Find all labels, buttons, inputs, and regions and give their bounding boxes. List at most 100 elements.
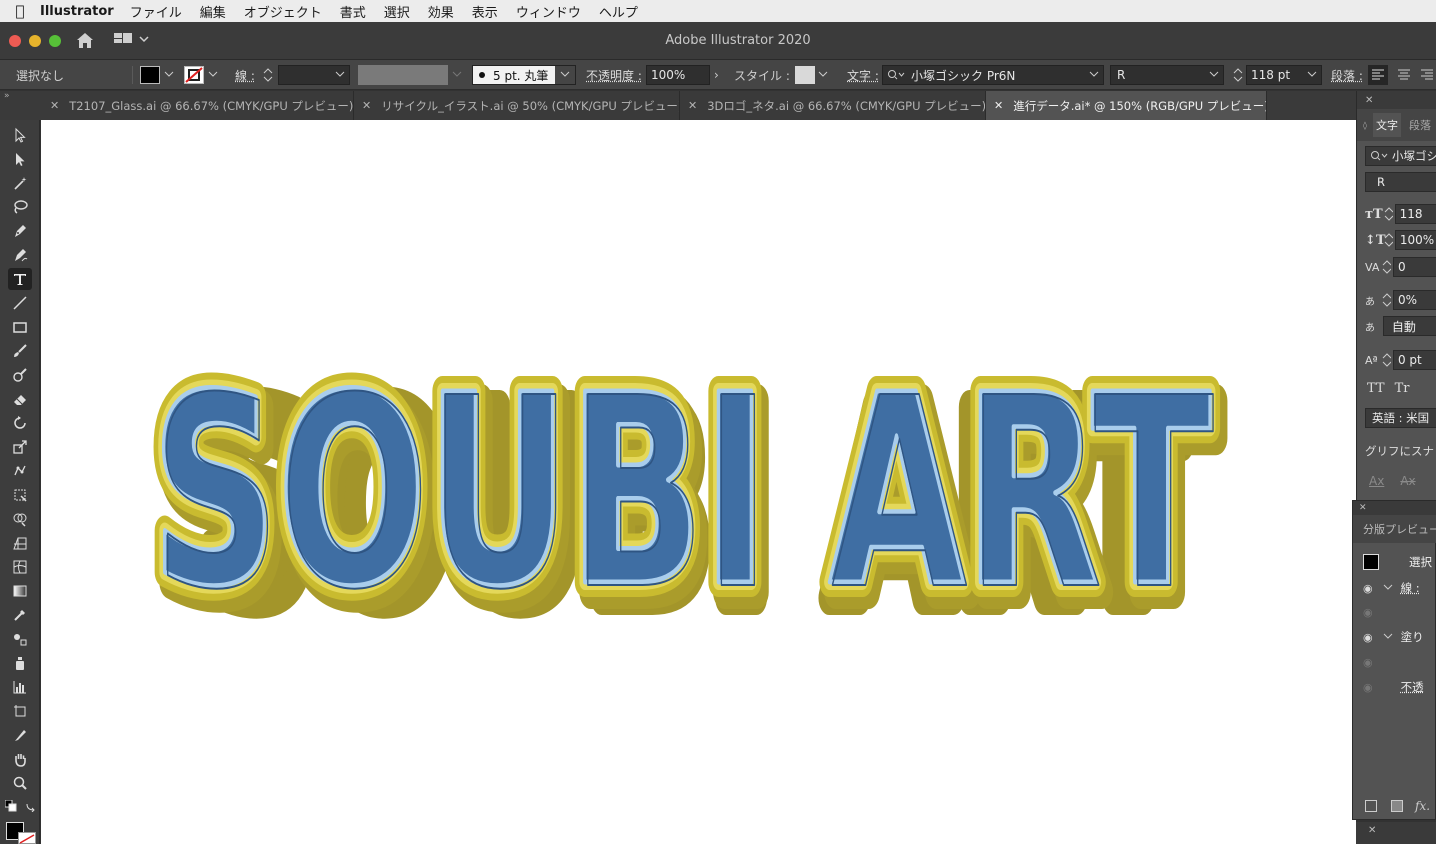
lasso-tool-icon[interactable] <box>8 196 32 218</box>
fx-button[interactable]: fx. <box>1415 799 1430 813</box>
free-transform-tool-icon[interactable] <box>8 484 32 506</box>
zoom-tool-icon[interactable] <box>8 772 32 794</box>
align-center-icon[interactable] <box>1394 65 1414 85</box>
collapse-icon[interactable]: » <box>4 91 10 101</box>
chevron-down-icon[interactable] <box>1383 633 1393 641</box>
column-graph-tool-icon[interactable] <box>8 676 32 698</box>
close-panel-icon[interactable]: ✕ <box>1365 95 1373 106</box>
3d-text-artwork[interactable]: SOUBI ART SOUBI ART SOUBI ART SOUBI ART … <box>41 120 1356 844</box>
stepper-icon[interactable] <box>1383 233 1393 247</box>
rectangle-tool-icon[interactable] <box>8 316 32 338</box>
align-right-icon[interactable] <box>1418 65 1436 85</box>
artboard-canvas[interactable]: SOUBI ART SOUBI ART SOUBI ART SOUBI ART … <box>41 120 1356 844</box>
panel-collapse-icon[interactable]: ◊ <box>1363 121 1367 130</box>
apple-menu-icon[interactable]:  <box>0 2 40 20</box>
panel-tsume-field[interactable]: 0% <box>1392 290 1436 310</box>
eye-icon[interactable]: ◉ <box>1363 606 1373 619</box>
paintbrush-tool-icon[interactable] <box>8 340 32 362</box>
selection-tool-icon[interactable] <box>8 124 32 146</box>
close-tab-icon[interactable]: ✕ <box>688 99 697 112</box>
hand-tool-icon[interactable] <box>8 748 32 770</box>
panel-font-family-field[interactable]: 小塚ゴシ <box>1365 146 1436 166</box>
all-caps-button[interactable]: TT <box>1367 381 1385 396</box>
graphic-style-swatch[interactable] <box>795 66 815 84</box>
font-size-field[interactable]: 118 pt <box>1246 65 1322 85</box>
tab-recycle-illust[interactable]: ✕ リサイクル_イラスト.ai @ 50% (CMYK/GPU プレビュー) <box>354 91 680 120</box>
chevron-down-icon[interactable] <box>1209 71 1219 79</box>
menu-object[interactable]: オブジェクト <box>244 2 322 21</box>
chevron-down-icon[interactable] <box>1089 71 1099 79</box>
default-colors-icon[interactable] <box>4 799 17 812</box>
snap-xheight-button[interactable]: Ax <box>1400 474 1415 488</box>
character-label[interactable]: 文字 : <box>847 60 879 90</box>
menu-view[interactable]: 表示 <box>472 2 498 21</box>
shape-builder-tool-icon[interactable] <box>8 508 32 530</box>
chevron-right-icon[interactable]: › <box>714 60 719 90</box>
close-tab-icon[interactable]: ✕ <box>994 99 1003 112</box>
stroke-label[interactable]: 線 : <box>235 60 255 90</box>
panel-kerning-field[interactable]: 0 <box>1392 257 1436 277</box>
eye-icon[interactable]: ◉ <box>1363 582 1373 595</box>
panel-leading-field[interactable]: 100% <box>1394 230 1436 250</box>
stepper-icon[interactable] <box>1381 260 1391 274</box>
line-tool-icon[interactable] <box>8 292 32 314</box>
font-family-field[interactable]: 小塚ゴシック Pr6N <box>882 65 1104 85</box>
stroke-weight-field[interactable] <box>278 65 350 85</box>
magic-wand-tool-icon[interactable] <box>8 172 32 194</box>
curvature-tool-icon[interactable] <box>8 244 32 266</box>
new-stroke-icon[interactable] <box>1365 800 1377 812</box>
eye-icon[interactable]: ◉ <box>1363 656 1373 669</box>
tab-progress-data[interactable]: ✕ 進行データ.ai* @ 150% (RGB/GPU プレビュー) <box>986 91 1267 120</box>
type-tool-icon[interactable] <box>8 268 32 290</box>
opacity-label[interactable]: 不透明度 : <box>586 60 642 90</box>
rotate-tool-icon[interactable] <box>8 412 32 434</box>
eyedropper-tool-icon[interactable] <box>8 604 32 626</box>
chevron-down-icon[interactable] <box>1307 71 1317 79</box>
menu-file[interactable]: ファイル <box>130 2 182 21</box>
panel-font-size-field[interactable]: 118 <box>1394 204 1436 224</box>
artboard-tool-icon[interactable] <box>8 700 32 722</box>
brush-definition[interactable]: 5 pt. 丸筆 <box>472 65 576 85</box>
panel-language-field[interactable]: 英語 : 米国 <box>1365 408 1436 428</box>
tab-t2107-glass[interactable]: ✕ T2107_Glass.ai @ 66.67% (CMYK/GPU プレビュー… <box>42 91 354 120</box>
variable-width-profile[interactable] <box>358 65 448 85</box>
pen-tool-icon[interactable] <box>8 220 32 242</box>
slice-tool-icon[interactable] <box>8 724 32 746</box>
panel-aki-field[interactable]: 自動 <box>1382 316 1436 336</box>
panel-font-style-field[interactable]: R <box>1365 172 1436 192</box>
font-style-field[interactable]: R <box>1110 65 1224 85</box>
stepper-icon[interactable] <box>1383 207 1393 221</box>
symbol-sprayer-tool-icon[interactable] <box>8 652 32 674</box>
new-fill-icon[interactable] <box>1391 800 1403 812</box>
chevron-down-icon[interactable] <box>555 66 575 84</box>
small-caps-button[interactable]: Tr <box>1395 381 1410 396</box>
stroke-swatch[interactable] <box>184 66 204 84</box>
close-panel-icon[interactable]: ✕ <box>1368 825 1376 836</box>
swap-colors-icon[interactable] <box>25 800 37 813</box>
close-panel-icon[interactable]: ✕ <box>1359 503 1367 513</box>
puppet-warp-tool-icon[interactable] <box>8 460 32 482</box>
tab-3d-logo[interactable]: ✕ 3Dロゴ_ネタ.ai @ 66.67% (CMYK/GPU プレビュー) <box>680 91 986 120</box>
direct-selection-tool-icon[interactable] <box>8 148 32 170</box>
menu-app-name[interactable]: Illustrator <box>40 4 114 19</box>
mesh-tool-icon[interactable] <box>8 556 32 578</box>
fill-swatch[interactable] <box>140 66 160 84</box>
menu-select[interactable]: 選択 <box>384 2 410 21</box>
opacity-field[interactable]: 100% <box>646 65 710 85</box>
shaper-tool-icon[interactable] <box>8 364 32 386</box>
perspective-grid-tool-icon[interactable] <box>8 532 32 554</box>
tab-character[interactable]: 文字 <box>1372 113 1401 137</box>
menu-help[interactable]: ヘルプ <box>599 2 638 21</box>
menu-type[interactable]: 書式 <box>340 2 366 21</box>
close-tab-icon[interactable]: ✕ <box>50 99 59 112</box>
chevron-down-icon[interactable] <box>1383 584 1393 592</box>
eye-icon[interactable]: ◉ <box>1363 631 1373 644</box>
panel-baseline-field[interactable]: 0 pt <box>1392 350 1436 370</box>
stroke-color-swatch[interactable] <box>18 832 36 844</box>
paragraph-label[interactable]: 段落 : <box>1331 60 1363 90</box>
close-tab-icon[interactable]: ✕ <box>362 99 371 112</box>
align-left-icon[interactable] <box>1368 65 1388 85</box>
menu-window[interactable]: ウィンドウ <box>516 2 581 21</box>
gradient-tool-icon[interactable] <box>8 580 32 602</box>
blend-tool-icon[interactable] <box>8 628 32 650</box>
